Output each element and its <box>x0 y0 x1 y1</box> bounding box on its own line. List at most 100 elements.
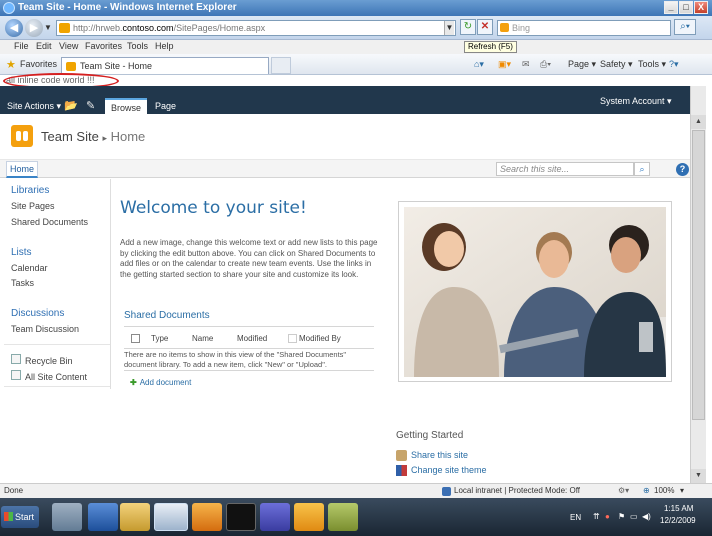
nav-tab-home[interactable]: Home <box>6 161 38 178</box>
feeds-icon[interactable]: ▣▾ <box>498 59 511 70</box>
security-zone[interactable]: Local intranet | Protected Mode: Off <box>454 486 580 495</box>
clock-time[interactable]: 1:15 AM <box>664 504 693 513</box>
menu-tools[interactable]: Tools <box>127 41 148 51</box>
ribbon-tab-page[interactable]: Page <box>155 101 176 111</box>
package-icon[interactable] <box>328 503 358 531</box>
address-input[interactable]: http://hrweb.contoso.com/SitePages/Home.… <box>56 20 456 36</box>
search-provider-icon <box>500 23 509 32</box>
show-hidden-icons-icon[interactable]: ⇈ <box>593 512 600 521</box>
stop-button[interactable]: ✕ <box>477 19 493 35</box>
volume-icon[interactable]: ◀) <box>642 512 651 521</box>
shared-documents-divider <box>124 326 374 327</box>
scroll-thumb[interactable] <box>692 130 705 420</box>
edit-page-icon[interactable]: ✎ <box>86 99 95 112</box>
command-prompt-icon[interactable] <box>226 503 256 531</box>
back-button[interactable]: ◀ <box>5 19 23 37</box>
display-icon[interactable]: ▭ <box>630 512 638 521</box>
favorites-star-icon: ★ <box>6 59 16 71</box>
getting-started-heading: Getting Started <box>396 430 464 441</box>
site-logo-icon[interactable] <box>11 125 33 147</box>
all-site-content-icon <box>11 370 21 380</box>
select-all-checkbox[interactable] <box>131 334 140 343</box>
search-button[interactable]: ⌕▾ <box>674 19 696 35</box>
quick-shared-documents[interactable]: Shared Documents <box>11 217 88 227</box>
site-search-icon[interactable]: ⌕ <box>634 162 650 176</box>
internet-explorer-taskbar-icon[interactable] <box>154 503 188 531</box>
network-warning-icon[interactable]: ● <box>605 512 610 521</box>
maximize-button[interactable]: □ <box>679 1 693 14</box>
menu-view[interactable]: View <box>59 41 78 51</box>
zoom-level[interactable]: 100% <box>654 486 674 495</box>
start-button[interactable]: Start <box>1 506 39 528</box>
add-plus-icon: ✚ <box>130 378 137 387</box>
change-theme-icon <box>396 465 407 476</box>
new-tab-button[interactable] <box>271 57 291 74</box>
protected-mode-icon: ⚙▾ <box>618 486 630 495</box>
favorites-button[interactable]: Favorites <box>20 59 57 69</box>
quick-tasks[interactable]: Tasks <box>11 278 34 288</box>
favorites-bar: ★ Favorites Team Site - Home ⌂▾ ▣▾ ✉ ⎙▾ … <box>0 54 712 75</box>
help-icon[interactable]: ? <box>676 163 689 176</box>
column-name[interactable]: Name <box>192 334 213 343</box>
minimize-button[interactable]: _ <box>664 1 678 14</box>
site-title-link[interactable]: Team Site <box>41 129 99 144</box>
quick-discussions-heading[interactable]: Discussions <box>11 308 64 319</box>
action-center-icon[interactable]: ⚑ <box>618 512 625 521</box>
navigate-up-icon[interactable]: 📂 <box>64 99 78 112</box>
safety-menu[interactable]: Safety ▾ <box>600 59 633 70</box>
language-indicator[interactable]: EN <box>570 513 581 522</box>
menu-favorites[interactable]: Favorites <box>85 41 122 51</box>
menu-edit[interactable]: Edit <box>36 41 52 51</box>
window-titlebar: Team Site - Home - Windows Internet Expl… <box>0 0 712 16</box>
share-site-icon <box>396 450 407 461</box>
browser-tab-team-site[interactable]: Team Site - Home <box>61 57 269 74</box>
column-modified[interactable]: Modified <box>237 334 267 343</box>
outlook-icon[interactable] <box>192 503 222 531</box>
library-footer-divider <box>124 370 374 371</box>
refresh-button[interactable]: ↻ <box>460 19 476 35</box>
menu-help[interactable]: Help <box>155 41 174 51</box>
add-document-link[interactable]: ✚ Add document <box>130 378 191 387</box>
scroll-up-icon[interactable]: ▲ <box>691 115 706 129</box>
search-input[interactable]: Bing <box>497 20 671 36</box>
quick-recycle-bin[interactable]: Recycle Bin <box>25 356 73 366</box>
column-type[interactable]: Type <box>151 334 168 343</box>
close-button[interactable]: X <box>694 1 708 14</box>
change-theme-link[interactable]: Change site theme <box>411 465 487 475</box>
server-manager-icon[interactable] <box>52 503 82 531</box>
ribbon-tab-browse[interactable]: Browse <box>105 98 147 114</box>
menu-file[interactable]: File <box>14 41 29 51</box>
quick-site-pages[interactable]: Site Pages <box>11 201 55 211</box>
share-site-link[interactable]: Share this site <box>411 450 468 460</box>
quick-team-discussion[interactable]: Team Discussion <box>11 324 79 334</box>
clock-date[interactable]: 12/2/2009 <box>660 516 696 525</box>
column-modified-by[interactable]: Modified By <box>299 334 341 343</box>
site-actions-menu[interactable]: Site Actions ▾ <box>7 101 61 112</box>
quick-calendar[interactable]: Calendar <box>11 263 48 273</box>
tools-menu[interactable]: Tools ▾ <box>638 59 666 70</box>
help-menu-icon[interactable]: ?▾ <box>669 59 679 70</box>
sharepoint-designer-icon[interactable] <box>294 503 324 531</box>
site-search-input[interactable]: Search this site... <box>496 162 634 176</box>
home-icon[interactable]: ⌂▾ <box>474 59 484 70</box>
print-icon[interactable]: ⎙▾ <box>540 59 551 70</box>
recent-pages-dropdown[interactable]: ▼ <box>43 21 53 35</box>
windows-taskbar: Start EN ⇈ ● ⚑ ▭ ◀) 1:15 AM 12/2/2009 <box>0 498 712 536</box>
shared-documents-title[interactable]: Shared Documents <box>124 310 210 321</box>
read-mail-icon[interactable]: ✉ <box>522 59 530 70</box>
system-tray: EN ⇈ ● ⚑ ▭ ◀) 1:15 AM 12/2/2009 <box>560 502 710 532</box>
forward-button[interactable]: ▶ <box>25 19 43 37</box>
visual-studio-icon[interactable] <box>260 503 290 531</box>
scroll-down-icon[interactable]: ▼ <box>691 469 706 483</box>
address-dropdown[interactable]: ▼ <box>444 21 454 35</box>
quick-all-site-content[interactable]: All Site Content <box>25 372 87 382</box>
page-scrollbar[interactable]: ▲ ▼ <box>690 86 706 483</box>
user-menu[interactable]: System Account ▾ <box>600 96 672 107</box>
window-title: Team Site - Home - Windows Internet Expl… <box>18 2 237 13</box>
quick-lists-heading[interactable]: Lists <box>11 247 32 258</box>
quick-libraries-heading[interactable]: Libraries <box>11 185 49 196</box>
explorer-icon[interactable] <box>120 503 150 531</box>
powershell-icon[interactable] <box>88 503 118 531</box>
zoom-dropdown-icon[interactable]: ▾ <box>680 486 684 495</box>
page-menu[interactable]: Page ▾ <box>568 59 596 70</box>
